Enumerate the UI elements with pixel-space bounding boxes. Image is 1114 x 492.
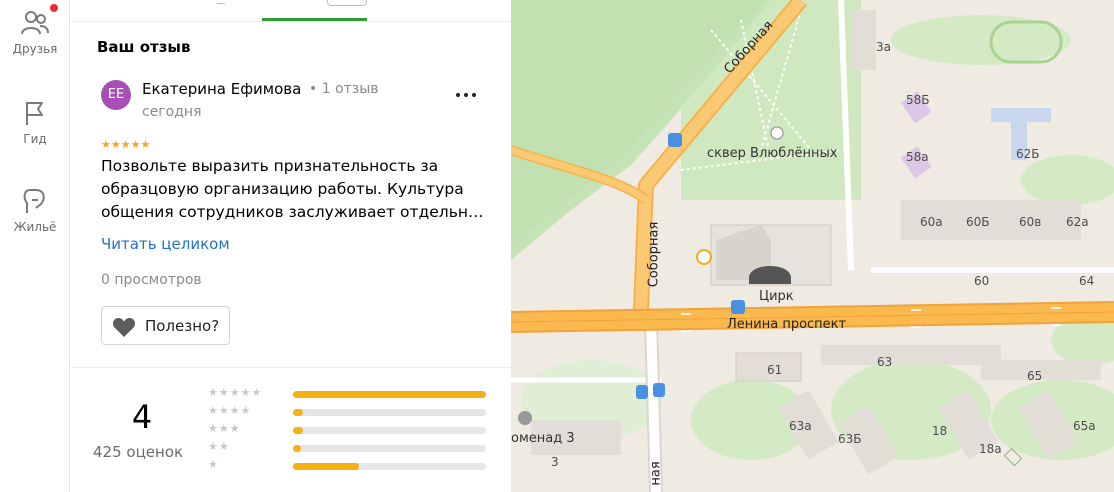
map-label-circus[interactable]: Цирк	[759, 289, 794, 304]
map-label-building: 62а	[1066, 215, 1089, 229]
rating-value: 4	[131, 398, 153, 436]
divider	[71, 367, 511, 368]
map-label-building: 60Б	[966, 215, 990, 229]
friends-icon	[21, 11, 49, 35]
distribution-bar-track	[293, 427, 486, 434]
review-stars: ★★★★★	[101, 138, 151, 151]
map-label-building: 62Б	[1016, 147, 1040, 161]
read-more-link[interactable]: Читать целиком	[101, 235, 230, 253]
notification-dot	[50, 4, 58, 12]
sidebar-item-label: Жильё	[13, 220, 57, 234]
map-label-building: 63а	[789, 419, 812, 433]
map-label-building: 18	[932, 424, 948, 438]
sidebar-item-label: Гид	[23, 132, 47, 146]
helpful-label: Полезно?	[145, 317, 220, 335]
helpful-button[interactable]: Полезно?	[101, 306, 230, 345]
map-label-building: 65а	[1073, 419, 1096, 433]
sidebar-item-guide[interactable]: Гид	[0, 98, 70, 146]
distribution-stars: ★★★★★	[208, 386, 263, 399]
distribution-bar-track	[293, 463, 486, 470]
houses-icon	[23, 189, 45, 213]
distribution-stars: ★	[208, 458, 219, 471]
more-options-button[interactable]	[453, 82, 479, 108]
map-label-promenad[interactable]: оменад 3	[511, 431, 575, 446]
distribution-bar-fill	[293, 391, 486, 398]
distribution-bar-fill	[293, 427, 303, 434]
review-count-text: 1 отзыв	[321, 81, 379, 97]
flag-icon	[26, 102, 43, 125]
map-label-building: 65	[1027, 369, 1043, 383]
sidebar-item-label: Друзья	[12, 42, 58, 56]
map-label-street: Ленина проспект	[727, 317, 847, 332]
distribution-stars: ★★★	[208, 422, 241, 435]
section-title: Ваш отзыв	[97, 38, 191, 56]
rating-distribution-row: ★★★★	[208, 404, 508, 420]
map-label-building: 3	[551, 455, 559, 469]
map-label-building: 63	[877, 355, 893, 369]
sidebar-item-friends[interactable]: Друзья	[0, 4, 70, 56]
author-review-count: • 1 отзыв	[309, 81, 379, 97]
distribution-bar-track	[293, 445, 486, 452]
distribution-bar-fill	[293, 463, 359, 470]
map-label-building: 63Б	[838, 432, 862, 446]
map-view[interactable]: Соборная Соборная ная Ленина проспект ск…	[511, 0, 1114, 492]
tabs-bar	[71, 0, 511, 22]
map-label-street: Соборная	[646, 221, 662, 288]
map-canvas[interactable]	[511, 0, 1114, 492]
review-panel: Ваш отзыв ЕЕ Екатерина Ефимова • 1 отзыв…	[71, 0, 511, 492]
avatar[interactable]: ЕЕ	[101, 80, 131, 110]
review-text: Позвольте выразить признательность за об…	[101, 157, 484, 221]
rating-distribution-row: ★	[208, 458, 508, 474]
distribution-bar-track	[293, 409, 486, 416]
tab-edge	[217, 0, 225, 4]
author-name[interactable]: Екатерина Ефимова	[142, 80, 301, 98]
map-label-building: 60в	[1019, 215, 1042, 229]
rating-distribution-row: ★★	[208, 440, 508, 456]
map-label-building: 64	[1079, 274, 1095, 288]
rating-count: 425 оценок	[93, 443, 184, 461]
distribution-stars: ★★★★	[208, 404, 252, 417]
distribution-bar-fill	[293, 445, 301, 452]
heart-icon	[112, 318, 136, 337]
rating-distribution-row: ★★★★★	[208, 386, 508, 402]
map-label-building: 58Б	[906, 93, 930, 107]
view-count: 0 просмотров	[101, 272, 202, 288]
distribution-bar-track	[293, 391, 486, 398]
review-date: сегодня	[142, 104, 202, 120]
map-label-building: 18а	[979, 442, 1002, 456]
rating-distribution-row: ★★★	[208, 422, 508, 438]
map-label-building: 60а	[920, 215, 943, 229]
map-label-building: 58а	[906, 150, 929, 164]
active-tab-indicator	[262, 18, 367, 21]
map-label-building: 3а	[876, 40, 891, 54]
map-label-park[interactable]: сквер Влюблённых	[707, 146, 838, 161]
distribution-stars: ★★	[208, 440, 230, 453]
left-rail: Друзья Гид Жильё	[0, 0, 70, 492]
tab-edge	[327, 0, 367, 6]
dots-icon	[456, 93, 476, 97]
map-label-building: 60	[974, 274, 990, 288]
map-label-building: 61	[767, 363, 783, 377]
map-label-street: ная	[648, 461, 664, 486]
sidebar-item-housing[interactable]: Жильё	[0, 186, 70, 234]
distribution-bar-fill	[293, 409, 303, 416]
